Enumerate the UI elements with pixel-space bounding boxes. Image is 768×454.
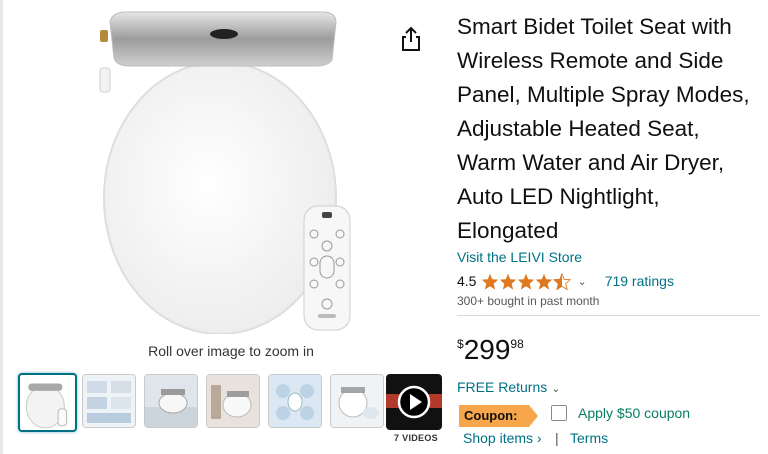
half-star-icon [553,272,572,290]
thumbnail-3[interactable] [144,374,198,428]
price-fraction: 98 [510,337,524,351]
video-thumbnail[interactable] [386,374,442,430]
terms-link[interactable]: Terms [570,430,608,446]
thumbnail-1[interactable] [18,373,77,432]
zoom-hint: Roll over image to zoom in [148,343,314,359]
star-icon [500,273,517,290]
chevron-down-icon[interactable]: ⌄ [577,275,586,288]
left-edge-divider [0,0,3,454]
price-whole: 299 [463,334,511,365]
shop-items-link[interactable]: Shop items › [463,430,542,446]
free-returns-label: FREE Returns [457,379,548,395]
apply-coupon-label[interactable]: Apply $50 coupon [578,405,690,421]
free-returns-link[interactable]: FREE Returns ⌄ [457,379,560,395]
video-count-label: 7 VIDEOS [394,433,438,443]
divider [457,315,760,316]
thumbnail-2[interactable] [82,374,136,428]
thumbnail-4[interactable] [206,374,260,428]
ratings-count-link[interactable]: 719 ratings [605,273,674,289]
share-icon[interactable] [400,26,422,52]
product-title: Smart Bidet Toilet Seat with Wireless Re… [457,14,750,243]
star-rating[interactable] [481,272,572,290]
star-icon [536,273,553,290]
coupon-badge: Coupon: [459,405,538,427]
star-icon [518,273,535,290]
thumbnail-5[interactable] [268,374,322,428]
store-link[interactable]: Visit the LEIVI Store [457,249,582,265]
rating-row: 4.5 ⌄ 719 ratings [457,271,674,291]
price: $29998 [457,333,524,367]
price-symbol: $ [457,337,464,351]
link-separator: | [555,430,559,446]
rating-value: 4.5 [457,273,477,289]
main-product-image[interactable] [96,8,352,335]
chevron-down-icon: ⌄ [551,383,561,395]
coupon-checkbox[interactable] [551,405,567,421]
star-icon [482,273,499,290]
thumbnail-6[interactable] [330,374,384,428]
bought-past-month: 300+ bought in past month [457,294,600,308]
